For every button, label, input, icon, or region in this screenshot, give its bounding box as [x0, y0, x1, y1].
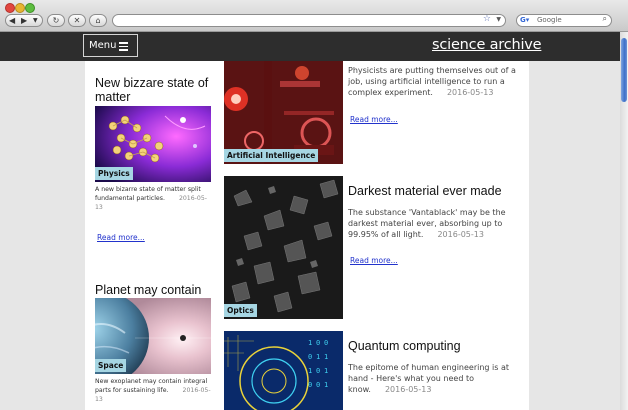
- article-date: 2016-05-13: [446, 88, 494, 97]
- category-tag[interactable]: Space: [95, 359, 127, 372]
- article-image-optics[interactable]: Optics: [224, 176, 343, 319]
- minimize-window-icon[interactable]: [15, 3, 25, 13]
- zoom-window-icon[interactable]: [25, 3, 35, 13]
- back-icon[interactable]: ◀: [9, 15, 15, 26]
- category-tag[interactable]: Physics: [95, 167, 133, 180]
- svg-text:0: 0: [316, 367, 320, 375]
- article-title[interactable]: Quantum computing: [348, 339, 526, 353]
- url-dropdown-icon[interactable]: ▼: [496, 16, 501, 23]
- category-tag[interactable]: Artificial Intelligence: [224, 149, 319, 162]
- history-dropdown-icon[interactable]: ▼: [33, 15, 38, 26]
- article-title[interactable]: New bizzare state of matter: [95, 76, 213, 104]
- reload-icon: ↻: [52, 16, 60, 25]
- search-placeholder: Google: [537, 16, 562, 24]
- article-excerpt: The substance 'Vantablack' may be the da…: [348, 207, 526, 240]
- back-forward-buttons: ◀ ▶ ▼: [5, 14, 43, 27]
- site-title-link[interactable]: science archive: [432, 37, 542, 53]
- article-title[interactable]: Darkest material ever made: [348, 184, 526, 198]
- forward-icon[interactable]: ▶: [21, 15, 27, 26]
- article-image-physics[interactable]: Physics: [95, 106, 211, 182]
- svg-text:1: 1: [316, 353, 320, 361]
- read-more-link[interactable]: Read more...: [350, 115, 398, 124]
- article-image-space[interactable]: Space: [95, 298, 211, 374]
- close-window-icon[interactable]: [5, 3, 15, 13]
- article-date: 2016-05-13: [437, 230, 484, 239]
- search-icon[interactable]: ⌕: [603, 14, 607, 24]
- article-image-quantum[interactable]: 100 011 101 001: [224, 331, 343, 410]
- svg-text:0: 0: [308, 353, 312, 361]
- page-scrollbar[interactable]: [620, 32, 628, 410]
- svg-text:1: 1: [308, 339, 312, 347]
- bookmark-star-icon[interactable]: ☆: [483, 14, 491, 24]
- article-page: New bizzare state of matter Physics A ne…: [85, 61, 529, 410]
- article-excerpt: A new bizarre state of matter split fund…: [95, 185, 213, 212]
- article-excerpt: The epitome of human engineering is at h…: [348, 362, 526, 395]
- stop-icon: ✕: [73, 16, 81, 25]
- scrollbar-thumb[interactable]: [621, 38, 627, 102]
- svg-text:0: 0: [324, 339, 328, 347]
- read-more-link[interactable]: Read more...: [350, 256, 398, 265]
- svg-text:0: 0: [308, 381, 312, 389]
- reload-button[interactable]: ↻: [47, 14, 65, 27]
- home-button[interactable]: ⌂: [89, 14, 107, 27]
- address-bar[interactable]: ☆ ▼: [112, 14, 506, 27]
- svg-text:1: 1: [324, 353, 328, 361]
- menu-button[interactable]: Menu: [83, 34, 138, 57]
- article-date: 2016-05-13: [384, 385, 432, 394]
- article-image-ai[interactable]: Artificial Intelligence: [224, 61, 343, 164]
- search-bar[interactable]: G▾ Google ⌕: [516, 14, 612, 27]
- stop-button[interactable]: ✕: [68, 14, 86, 27]
- article-excerpt: New exoplanet may contain integral parts…: [95, 377, 213, 404]
- category-tag[interactable]: Optics: [224, 304, 257, 317]
- google-icon[interactable]: G▾: [520, 16, 529, 24]
- browser-toolbar: ◀ ▶ ▼ ↻ ✕ ⌂ ☆ ▼ G▾ Google ⌕: [0, 0, 628, 32]
- svg-text:0: 0: [316, 381, 320, 389]
- svg-text:1: 1: [324, 381, 328, 389]
- article-excerpt: Physicists are putting themselves out of…: [348, 65, 526, 98]
- svg-text:1: 1: [308, 367, 312, 375]
- read-more-link[interactable]: Read more...: [97, 233, 145, 242]
- menu-label: Menu: [89, 40, 117, 51]
- svg-text:1: 1: [324, 367, 328, 375]
- hamburger-icon: [119, 42, 128, 53]
- site-header: Menu science archive: [0, 32, 620, 61]
- svg-text:0: 0: [316, 339, 320, 347]
- home-icon: ⌂: [95, 16, 101, 25]
